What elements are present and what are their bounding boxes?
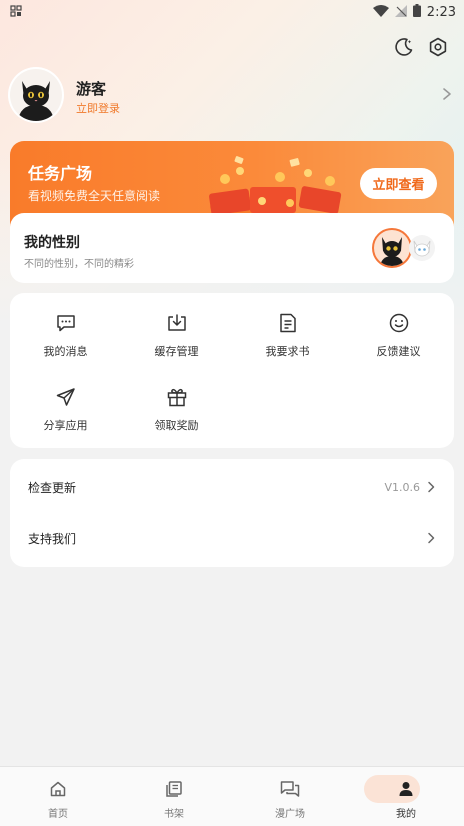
grid-item-share[interactable]: 分享应用 (10, 367, 121, 433)
comic-square-icon (279, 778, 301, 800)
app-indicator-icon (10, 4, 22, 20)
status-bar: 2:23 (0, 0, 464, 24)
grid-item-feedback[interactable]: 反馈建议 (343, 293, 454, 359)
signal-icon (394, 4, 407, 20)
grid-item-reward[interactable]: 领取奖励 (121, 367, 232, 433)
message-icon (54, 312, 78, 334)
gift-icon (165, 386, 189, 408)
task-view-button[interactable]: 立即查看 (360, 168, 437, 199)
chevron-right-icon (426, 531, 436, 545)
nav-comic-square[interactable]: 漫广场 (232, 767, 348, 826)
avatar[interactable] (10, 69, 62, 121)
grid-item-request-book[interactable]: 我要求书 (232, 293, 343, 359)
moon-icon[interactable] (393, 36, 415, 58)
request-book-icon (276, 312, 300, 334)
login-link[interactable]: 立即登录 (76, 100, 120, 116)
chevron-right-icon (426, 480, 436, 494)
gender-option-white-cat[interactable] (409, 235, 435, 261)
list-label: 检查更新 (28, 480, 77, 495)
nav-label: 我的 (396, 809, 416, 820)
coins-illustration (209, 156, 342, 217)
feedback-icon (387, 312, 411, 334)
grid-label: 反馈建议 (376, 345, 421, 358)
wifi-icon (372, 4, 389, 20)
share-icon (54, 386, 78, 408)
nav-label: 漫广场 (275, 809, 305, 820)
grid-label: 领取奖励 (154, 419, 199, 432)
gender-card[interactable]: 我的性别 不同的性别，不同的精彩 (10, 213, 454, 283)
nav-label: 书架 (164, 809, 184, 820)
nav-bookshelf[interactable]: 书架 (116, 767, 232, 826)
username: 游客 (76, 80, 107, 98)
support-us-row[interactable]: 支持我们 (10, 514, 454, 562)
check-update-row[interactable]: 检查更新 V1.0.6 (10, 463, 454, 511)
settings-icon[interactable] (427, 36, 449, 58)
grid-label: 我要求书 (265, 345, 310, 358)
nav-mine[interactable]: 我的 (348, 767, 464, 826)
user-icon (395, 778, 417, 800)
grid-item-messages[interactable]: 我的消息 (10, 293, 121, 359)
grid-label: 分享应用 (43, 419, 88, 432)
bottom-nav: 首页 书架 漫广场 我的 (0, 766, 464, 826)
profile-arrow-icon[interactable] (440, 86, 454, 102)
gender-subtitle: 不同的性别，不同的精彩 (24, 259, 134, 270)
settings-list: 检查更新 V1.0.6 支持我们 (10, 459, 454, 567)
task-subtitle: 看视频免费全天任意阅读 (28, 189, 161, 203)
grid-item-cache[interactable]: 缓存管理 (121, 293, 232, 359)
status-time: 2:23 (426, 4, 456, 20)
grid-label: 缓存管理 (154, 345, 199, 358)
nav-label: 首页 (48, 809, 68, 820)
battery-icon (412, 4, 421, 20)
feature-grid: 我的消息 缓存管理 我要求书 反馈建议 分享应用 领取奖励 (10, 293, 454, 448)
list-label: 支持我们 (28, 531, 77, 546)
gender-option-black-cat[interactable] (372, 228, 412, 268)
download-icon (165, 312, 189, 334)
gender-title: 我的性别 (24, 235, 80, 251)
bookshelf-icon (163, 778, 185, 800)
task-title: 任务广场 (28, 164, 93, 183)
home-icon (47, 778, 69, 800)
version-value: V1.0.6 (384, 480, 420, 494)
grid-label: 我的消息 (43, 345, 88, 358)
nav-home[interactable]: 首页 (0, 767, 116, 826)
